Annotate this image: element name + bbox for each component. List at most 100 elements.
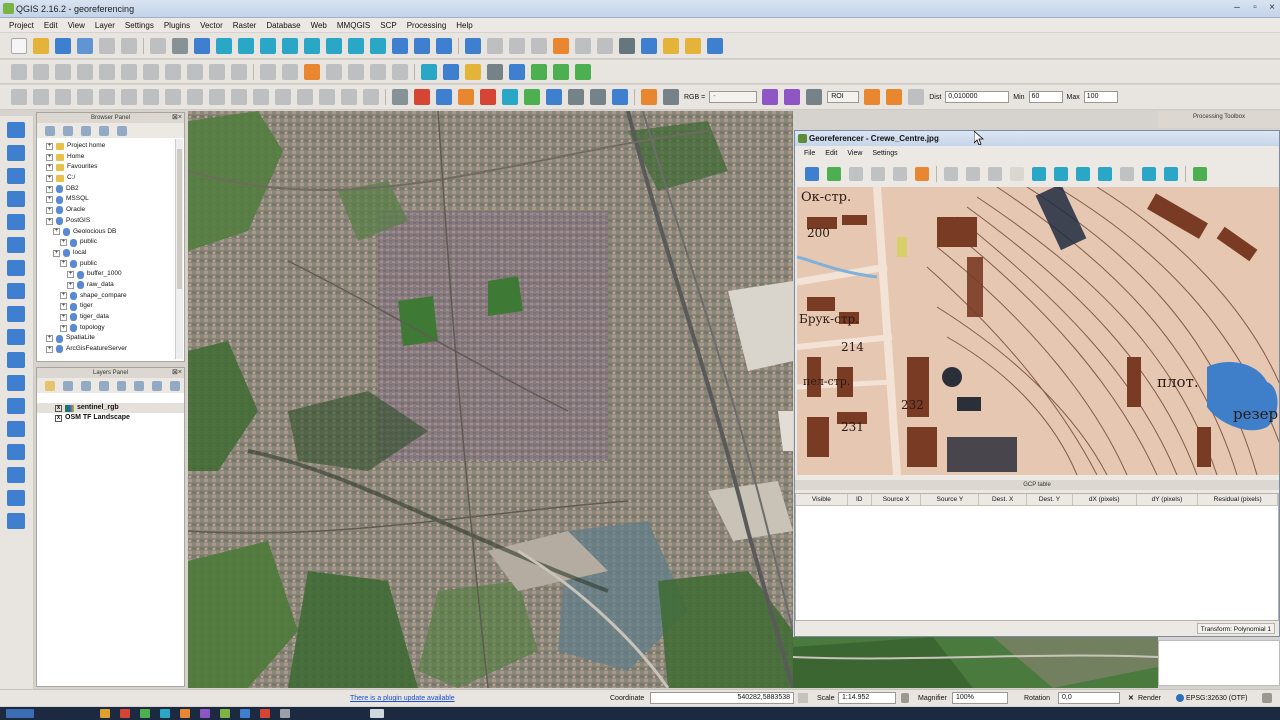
move-gcp-icon[interactable] <box>988 167 1002 181</box>
georef-menu-file[interactable]: File <box>799 150 820 157</box>
help-icon[interactable] <box>707 37 723 54</box>
expand-icon[interactable]: + <box>60 324 67 332</box>
rotate-symbols-icon[interactable] <box>363 89 379 105</box>
composer-manager-icon[interactable] <box>121 37 137 54</box>
gcp-column-header[interactable]: Dest. Y <box>1027 494 1073 505</box>
zoom-last-icon[interactable] <box>1098 167 1112 181</box>
browser-item[interactable]: + shape_compare <box>39 291 174 302</box>
expand-icon[interactable]: + <box>67 271 74 279</box>
extents-toggle-icon[interactable] <box>798 693 808 703</box>
manage-visibility-icon[interactable] <box>80 380 91 391</box>
add-mssql-layer-icon[interactable] <box>7 214 25 230</box>
taskbar-app-icon[interactable] <box>120 709 130 718</box>
scp-home-icon[interactable] <box>392 89 408 105</box>
expand-icon[interactable]: + <box>46 206 53 214</box>
coordinate-field[interactable]: 540282,5883538 <box>650 692 794 704</box>
gcp-column-header[interactable]: dY (pixels) <box>1137 494 1199 505</box>
new-shapefile-icon[interactable] <box>7 375 25 391</box>
scp-roi-redo-icon[interactable] <box>886 89 903 105</box>
messages-icon[interactable] <box>1262 693 1272 703</box>
label-pin-icon[interactable] <box>282 63 298 80</box>
move-feature-icon[interactable] <box>99 63 115 80</box>
screen-capture-icon[interactable] <box>443 63 459 80</box>
browser-item[interactable]: + Oracle <box>39 205 174 216</box>
open-project-icon[interactable] <box>33 37 49 54</box>
scrollbar-thumb[interactable] <box>177 149 182 289</box>
properties-icon[interactable] <box>117 125 127 136</box>
taskbar-app-icon[interactable] <box>140 709 150 718</box>
add-part-icon[interactable] <box>143 89 159 105</box>
layer-item[interactable]: x sentinel_rgb <box>37 403 184 413</box>
menu-web[interactable]: Web <box>306 21 332 30</box>
expand-icon[interactable]: + <box>67 281 74 289</box>
search-plugin-icon[interactable] <box>421 63 437 80</box>
collapse-all-icon[interactable] <box>152 380 163 391</box>
rgb-select[interactable]: - <box>709 91 758 103</box>
georef-menu-settings[interactable]: Settings <box>867 150 902 157</box>
add-raster-layer-icon[interactable] <box>7 145 25 161</box>
menu-edit[interactable]: Edit <box>39 21 63 30</box>
expand-icon[interactable]: + <box>46 142 53 150</box>
roi-toggle[interactable]: ROI <box>827 91 860 103</box>
label-move-icon[interactable] <box>326 63 342 80</box>
collapse-all-icon[interactable] <box>99 125 109 136</box>
generate-gdal-script-icon[interactable] <box>849 167 863 181</box>
taskbar-app-icon[interactable] <box>200 709 210 718</box>
gcp-column-header[interactable]: Source Y <box>921 494 980 505</box>
remove-layer-icon[interactable] <box>170 380 180 391</box>
advanced-digitize-icon[interactable] <box>11 89 27 105</box>
rotate-feature-icon[interactable] <box>33 89 49 105</box>
add-postgis-layer-icon[interactable] <box>7 168 25 184</box>
add-spatialite-layer-icon[interactable] <box>7 191 25 207</box>
panel-close-icon[interactable]: ⊠× <box>172 368 182 378</box>
zoom-native-icon[interactable] <box>260 37 276 54</box>
start-georeferencing-icon[interactable] <box>827 167 841 181</box>
zoom-last-icon[interactable] <box>348 37 364 54</box>
expand-icon[interactable]: + <box>53 228 60 236</box>
magnifier-field[interactable]: 100% <box>952 692 1008 704</box>
add-wfs-feature-icon[interactable] <box>7 490 25 506</box>
refresh-icon[interactable] <box>63 125 73 136</box>
scp-roi-create-icon[interactable] <box>864 89 881 105</box>
copy-features-icon[interactable] <box>187 63 203 80</box>
browser-item[interactable]: + tiger_data <box>39 312 174 323</box>
add-wcs-layer-icon[interactable] <box>7 306 25 322</box>
layers-stack-icon[interactable] <box>553 63 569 80</box>
dist-input[interactable]: 0,010000 <box>945 91 1010 103</box>
expand-icon[interactable]: + <box>53 249 60 257</box>
merge-features-icon[interactable] <box>319 89 335 105</box>
cut-features-icon[interactable] <box>165 63 181 80</box>
georeferencer-titlebar[interactable]: Georeferencer - Crewe_Centre.jpg <box>795 131 1279 146</box>
browser-item[interactable]: + PostGIS <box>39 216 174 227</box>
scp-preprocess-icon[interactable] <box>480 89 496 105</box>
add-db2-layer-icon[interactable] <box>7 260 25 276</box>
scp-zoom-input-icon[interactable] <box>641 89 657 105</box>
new-map-view-icon[interactable] <box>392 37 408 54</box>
min-input[interactable]: 60 <box>1028 91 1063 103</box>
scp-band-set-icon[interactable] <box>414 89 430 105</box>
label-show-icon[interactable] <box>392 63 408 80</box>
menu-database[interactable]: Database <box>261 21 305 30</box>
scp-settings-icon[interactable] <box>568 89 584 105</box>
browser-item[interactable]: + C:/ <box>39 173 174 184</box>
rotation-field[interactable]: 0,0 <box>1058 692 1120 704</box>
gcp-column-header[interactable]: Dest. X <box>979 494 1028 505</box>
digitize-icon[interactable] <box>231 63 247 80</box>
browser-item[interactable]: + raw_data <box>39 280 174 291</box>
undo-icon[interactable] <box>55 89 71 105</box>
zoom-to-layer-icon[interactable] <box>1076 167 1090 181</box>
save-gcp-icon[interactable] <box>893 167 907 181</box>
layer-item[interactable]: x OSM TF Landscape <box>37 413 184 423</box>
add-ring-icon[interactable] <box>121 89 137 105</box>
new-spatialite-icon[interactable] <box>7 398 25 414</box>
close-button[interactable]: × <box>1265 2 1279 15</box>
osm-plugin-icon[interactable] <box>575 63 591 80</box>
browser-item[interactable]: + DB2 <box>39 184 174 195</box>
expand-icon[interactable]: + <box>60 292 67 300</box>
menu-processing[interactable]: Processing <box>402 21 452 30</box>
expand-icon[interactable]: + <box>46 217 53 225</box>
scp-roi-refresh-icon[interactable] <box>908 89 925 105</box>
menu-view[interactable]: View <box>63 21 90 30</box>
crs-status[interactable]: EPSG:32630 (OTF) <box>1186 693 1247 704</box>
statistics-icon[interactable] <box>597 37 613 54</box>
